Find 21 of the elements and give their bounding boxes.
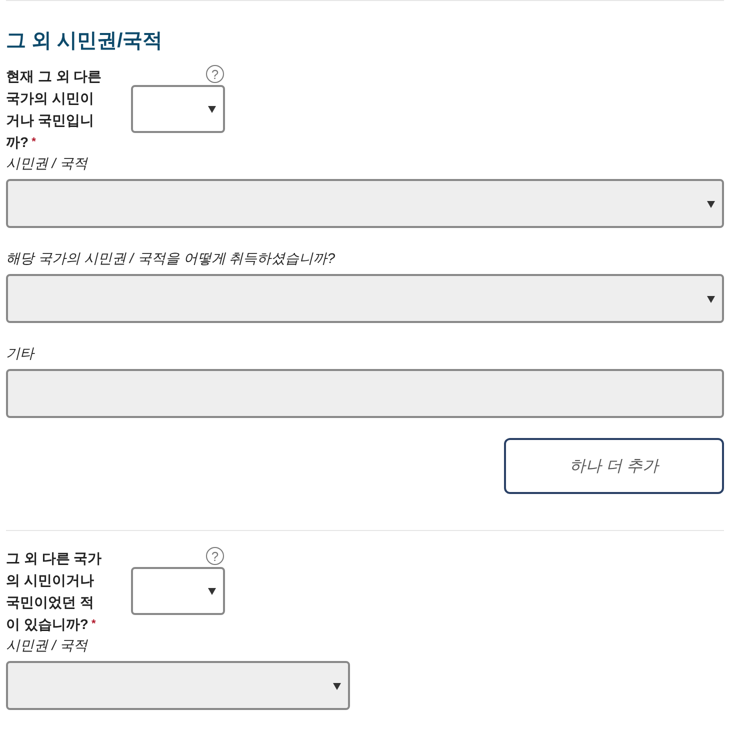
input-field[interactable] [6,369,724,418]
dropdown-field[interactable] [6,274,724,323]
caret-icon [707,200,715,208]
question-label: 그 외 다른 국가의 시민이거나 국민이었던 적이 있습니까? * [6,549,103,634]
field-label: 시민권 / 국적 [6,154,89,173]
field-label: 해당 국가의 시민권 / 국적을 어떻게 취득하셨습니까? [6,249,336,268]
add-another-button[interactable]: 하나 더 추가 [504,438,724,494]
question-label: 현재 그 외 다른 국가의 시민이거나 국민입니까? * [6,67,103,152]
caret-icon [208,106,216,113]
section-heading: 그 외 시민권/국적 [6,29,164,54]
help-icon[interactable]: ? [206,65,224,83]
dropdown-field[interactable] [131,85,225,133]
dropdown-field[interactable] [131,567,225,615]
caret-icon [333,682,341,690]
caret-icon [707,296,715,302]
help-icon[interactable]: ? [206,547,224,565]
dropdown-field[interactable] [6,661,350,710]
field-label: 기타 [6,344,36,363]
dropdown-field[interactable] [6,179,724,228]
field-label: 시민권 / 국적 [6,636,89,655]
caret-icon [208,588,216,595]
